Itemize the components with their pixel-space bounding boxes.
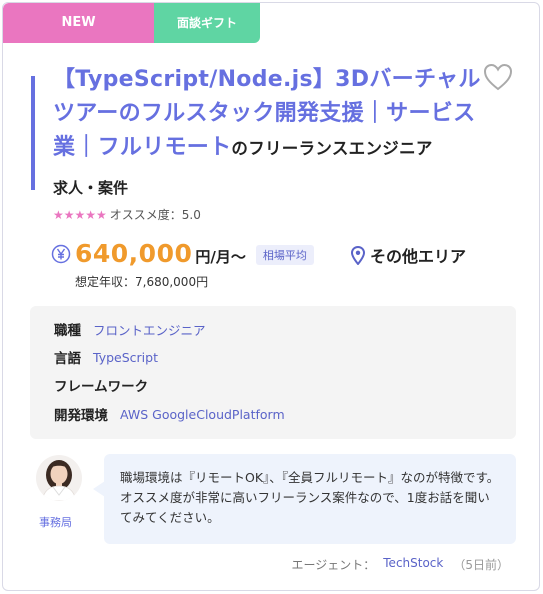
badge-row: NEW 面談ギフト <box>3 3 260 43</box>
area-text: その他エリア <box>370 247 467 266</box>
detail-row-language: 言語 TypeScript <box>54 347 158 368</box>
detail-value-link[interactable]: フロントエンジニア <box>93 320 206 339</box>
detail-value-link[interactable]: TypeScript <box>93 350 158 365</box>
detail-row-framework: フレームワーク <box>54 375 160 395</box>
avatar <box>36 455 82 501</box>
job-card[interactable]: NEW 面談ギフト 【TypeScript/Node.js】3Dバーチャルツアー… <box>2 2 540 591</box>
rating-stars: ★★★★★ <box>53 207 107 222</box>
location-pin-icon <box>351 245 365 265</box>
detail-row-environment: 開発環境 AWS GoogleCloudPlatform <box>54 404 285 425</box>
detail-row-job-type: 職種 フロントエンジニア <box>54 319 206 340</box>
salary: 640,000 円/月～ 相場平均 <box>51 239 314 268</box>
agent-info: エージェント： TechStock （5日前） <box>292 556 510 573</box>
heart-icon[interactable] <box>483 63 513 91</box>
gift-badge: 面談ギフト <box>154 3 260 43</box>
market-average-badge: 相場平均 <box>255 245 314 265</box>
job-title-suffix[interactable]: のフリーランスエンジニア <box>231 139 432 158</box>
detail-label: フレームワーク <box>54 379 149 395</box>
details-panel: 職種 フロントエンジニア 言語 TypeScript フレームワーク 開発環境 … <box>30 306 516 439</box>
comment-bubble: 職場環境は『リモートOK』、『全員フルリモート』なのが特徴です。 オススメ度が非… <box>104 454 516 544</box>
staff-avatar-image <box>36 455 82 501</box>
detail-label: 開発環境 <box>54 408 108 424</box>
annual-income: 想定年収：7,680,000円 <box>75 275 209 289</box>
job-title[interactable]: 【TypeScript/Node.js】3Dバーチャルツアーのフルスタック開発支… <box>53 63 483 166</box>
agent-date: （5日前） <box>453 558 509 572</box>
avatar-label: 事務局 <box>39 516 72 529</box>
agent-label: エージェント： <box>291 558 376 572</box>
new-badge: NEW <box>3 3 154 43</box>
agent-name-link[interactable]: TechStock <box>383 556 443 573</box>
area: その他エリア <box>351 243 466 267</box>
salary-unit: 円/月～ <box>195 247 246 266</box>
detail-value-link[interactable]: AWS GoogleCloudPlatform <box>120 407 285 422</box>
yen-icon <box>51 244 71 263</box>
rating: ★★★★★ オススメ度：5.0 <box>53 206 201 223</box>
rating-text: オススメ度：5.0 <box>109 208 201 222</box>
detail-label: 職種 <box>54 323 81 339</box>
title-accent-bar <box>31 76 35 190</box>
salary-amount: 640,000 <box>75 239 193 268</box>
detail-label: 言語 <box>54 351 81 367</box>
subtitle: 求人・案件 <box>53 179 129 197</box>
